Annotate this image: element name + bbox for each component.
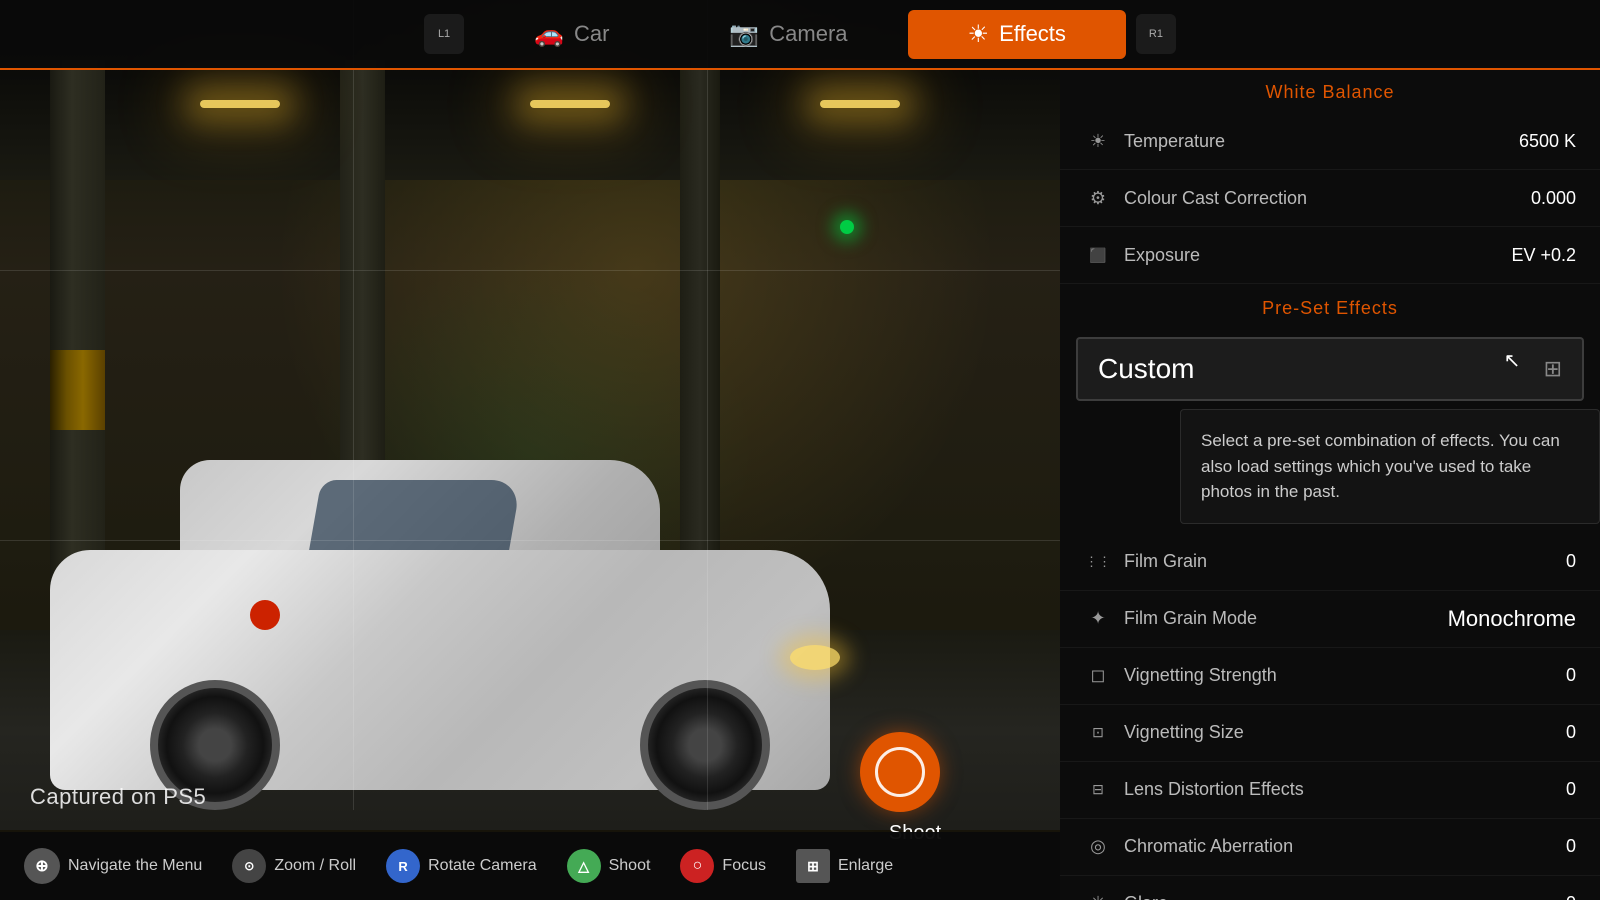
bottom-controls-bar: ⊕ Navigate the Menu ⊙ Zoom / Roll R Rota… <box>0 832 1060 900</box>
rotate-control: R Rotate Camera <box>386 849 537 883</box>
film-grain-icon: ⋮⋮ <box>1084 548 1112 576</box>
navigate-button[interactable]: ⊕ <box>24 848 60 884</box>
vignetting-strength-icon: ◻ <box>1084 662 1112 690</box>
lens-distortion-icon: ⊟ <box>1084 776 1112 804</box>
colour-cast-row[interactable]: ⚙ Colour Cast Correction 0.000 <box>1060 170 1600 227</box>
glare-row[interactable]: ✳ Glare 0 <box>1060 876 1600 900</box>
film-grain-mode-label: Film Grain Mode <box>1124 608 1436 629</box>
traffic-light <box>840 220 854 234</box>
enlarge-control: ⊞ Enlarge <box>796 849 893 883</box>
exposure-value: EV +0.2 <box>1511 245 1576 266</box>
lens-distortion-row[interactable]: ⊟ Lens Distortion Effects 0 <box>1060 762 1600 819</box>
preset-tooltip: Select a pre-set combination of effects.… <box>1180 409 1600 524</box>
tab-camera[interactable]: 📷 Camera <box>669 10 907 59</box>
vignetting-size-label: Vignetting Size <box>1124 722 1554 743</box>
overhead-light-1 <box>200 100 280 108</box>
glare-icon: ✳ <box>1084 890 1112 900</box>
custom-preset-label: Custom <box>1098 353 1194 385</box>
tab-car-label: Car <box>574 21 609 47</box>
tab-car[interactable]: 🚗 Car <box>474 10 669 59</box>
focus-label: Focus <box>722 857 766 875</box>
car-icon: 🚗 <box>534 20 564 49</box>
wheel-front <box>640 680 770 810</box>
glare-label: Glare <box>1124 893 1554 900</box>
rotate-label: Rotate Camera <box>428 857 537 875</box>
colour-cast-label: Colour Cast Correction <box>1124 188 1519 209</box>
white-balance-header: White Balance <box>1060 68 1600 113</box>
lens-distortion-value: 0 <box>1566 779 1576 800</box>
car-body <box>50 550 830 790</box>
main-viewport: Captured on PS5 Shoot ⊕ Navigate the Men… <box>0 0 1060 900</box>
exposure-icon: ⬛ <box>1084 241 1112 269</box>
custom-preset-box[interactable]: Custom ↖ ⊞ <box>1076 337 1584 401</box>
temperature-label: Temperature <box>1124 131 1507 152</box>
preset-effects-header: Pre-Set Effects <box>1060 284 1600 329</box>
captured-label: Captured on PS5 <box>30 784 206 810</box>
tab-camera-label: Camera <box>769 21 847 47</box>
nav-tabs: L1 🚗 Car 📷 Camera ☀ Effects R1 <box>414 10 1186 59</box>
enlarge-label: Enlarge <box>838 857 893 875</box>
tab-effects[interactable]: ☀ Effects <box>908 10 1126 59</box>
right-panel: White Balance ☀ Temperature 6500 K ⚙ Col… <box>1060 68 1600 900</box>
film-grain-mode-row[interactable]: ✦ Film Grain Mode Monochrome <box>1060 591 1600 648</box>
enlarge-button[interactable]: ⊞ <box>796 849 830 883</box>
exposure-row[interactable]: ⬛ Exposure EV +0.2 <box>1060 227 1600 284</box>
film-grain-mode-value: Monochrome <box>1448 606 1576 632</box>
rotate-button[interactable]: R <box>386 849 420 883</box>
temperature-row[interactable]: ☀ Temperature 6500 K <box>1060 113 1600 170</box>
shoot-bottom-label: Shoot <box>609 857 651 875</box>
vignetting-size-icon: ⊡ <box>1084 719 1112 747</box>
grid-icon: ⊞ <box>1544 356 1562 381</box>
film-grain-value: 0 <box>1566 551 1576 572</box>
temperature-icon: ☀ <box>1084 127 1112 155</box>
top-nav: L1 🚗 Car 📷 Camera ☀ Effects R1 <box>0 0 1600 68</box>
film-grain-row[interactable]: ⋮⋮ Film Grain 0 <box>1060 534 1600 591</box>
shoot-control: △ Shoot <box>567 849 651 883</box>
vignetting-size-row[interactable]: ⊡ Vignetting Size 0 <box>1060 705 1600 762</box>
colour-cast-icon: ⚙ <box>1084 184 1112 212</box>
chromatic-aberration-row[interactable]: ◎ Chromatic Aberration 0 <box>1060 819 1600 876</box>
zoom-button[interactable]: ⊙ <box>232 849 266 883</box>
focus-control: ○ Focus <box>680 849 766 883</box>
overhead-light-3 <box>820 100 900 108</box>
chromatic-aberration-value: 0 <box>1566 836 1576 857</box>
vignetting-strength-value: 0 <box>1566 665 1576 686</box>
shoot-button[interactable] <box>860 732 940 812</box>
film-grain-mode-icon: ✦ <box>1084 605 1112 633</box>
glare-value: 0 <box>1566 893 1576 900</box>
chromatic-aberration-icon: ◎ <box>1084 833 1112 861</box>
car-number <box>250 600 280 630</box>
exposure-label: Exposure <box>1124 245 1499 266</box>
shoot-button-inner <box>875 747 925 797</box>
overhead-light-2 <box>530 100 610 108</box>
navigate-control: ⊕ Navigate the Menu <box>24 848 202 884</box>
lens-distortion-label: Lens Distortion Effects <box>1124 779 1554 800</box>
navigate-label: Navigate the Menu <box>68 857 202 875</box>
chromatic-aberration-label: Chromatic Aberration <box>1124 836 1554 857</box>
r1-button[interactable]: R1 <box>1136 14 1176 54</box>
colour-cast-value: 0.000 <box>1531 188 1576 209</box>
cursor-pointer: ↖ <box>1504 348 1521 373</box>
temperature-value: 6500 K <box>1519 131 1576 152</box>
vignetting-size-value: 0 <box>1566 722 1576 743</box>
tab-effects-label: Effects <box>999 21 1066 47</box>
effects-icon: ☀ <box>968 20 990 49</box>
camera-icon: 📷 <box>729 20 759 49</box>
car-headlight <box>790 645 840 670</box>
zoom-label: Zoom / Roll <box>274 857 356 875</box>
focus-button[interactable]: ○ <box>680 849 714 883</box>
zoom-control: ⊙ Zoom / Roll <box>232 849 356 883</box>
l1-button[interactable]: L1 <box>424 14 464 54</box>
tooltip-text: Select a pre-set combination of effects.… <box>1201 431 1560 501</box>
vignetting-strength-row[interactable]: ◻ Vignetting Strength 0 <box>1060 648 1600 705</box>
nav-separator <box>0 68 1600 70</box>
garage-ceiling <box>0 60 1060 180</box>
film-grain-label: Film Grain <box>1124 551 1554 572</box>
vignetting-strength-label: Vignetting Strength <box>1124 665 1554 686</box>
car-display <box>30 400 850 820</box>
shoot-bottom-button[interactable]: △ <box>567 849 601 883</box>
